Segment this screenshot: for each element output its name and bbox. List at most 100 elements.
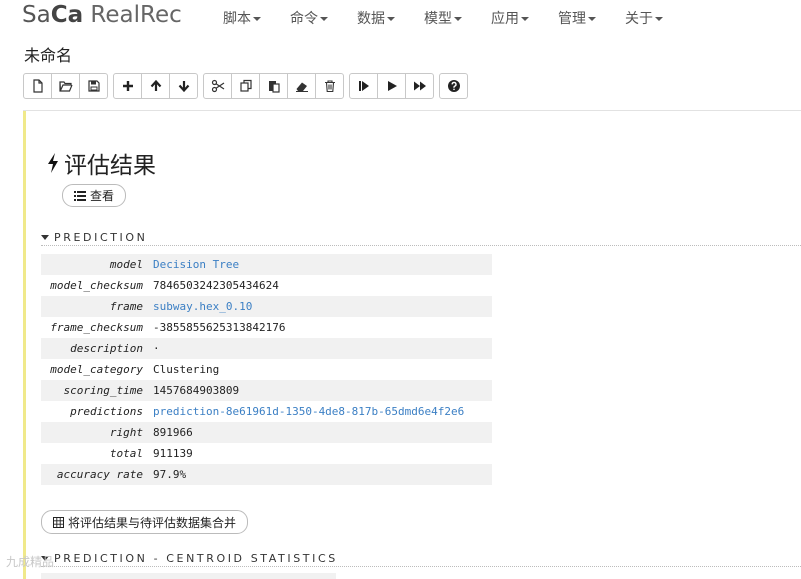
menu-label: 命令 — [290, 11, 318, 27]
menu-model[interactable]: 模型 — [424, 8, 462, 28]
menu-label: 管理 — [558, 11, 586, 27]
row-value-link[interactable]: subway.hex_0.10 — [148, 296, 492, 317]
section-centroid-statistics[interactable]: PREDICTION - CENTROID STATISTICS — [41, 552, 801, 567]
row-value: 911139 — [153, 447, 193, 460]
table-row: scoring_time 1457684903809 — [41, 380, 492, 401]
menu-script[interactable]: 脚本 — [223, 8, 261, 28]
menu-label: 关于 — [625, 11, 653, 27]
bolt-icon — [48, 153, 58, 173]
section-prediction[interactable]: PREDICTION — [41, 231, 801, 246]
table-row: model_checksum 7846503242305434624 — [41, 275, 492, 296]
menu-label: 数据 — [357, 11, 385, 27]
cell-group — [113, 73, 198, 99]
section-title: PREDICTION - CENTROID STATISTICS — [54, 552, 338, 565]
table-row: predictions prediction-8e61961d-1350-4de8… — [41, 401, 492, 422]
new-file-icon — [32, 79, 43, 93]
list-icon — [74, 190, 86, 201]
table-row — [41, 573, 336, 579]
edit-group — [203, 73, 344, 99]
brand-part: Ca — [50, 2, 84, 28]
row-value-link[interactable]: Decision Tree — [148, 254, 492, 275]
row-key: predictions — [70, 405, 143, 418]
output-cell[interactable]: 评估结果 查看 PREDICTION model Decision Tree mod… — [23, 111, 801, 579]
copy-icon — [239, 79, 252, 92]
clear-button[interactable] — [287, 73, 316, 99]
file-group — [23, 73, 108, 99]
fast-forward-icon — [413, 81, 426, 91]
table-row: frame_checksum -3855855625313842176 — [41, 317, 492, 338]
menu-command[interactable]: 命令 — [290, 8, 328, 28]
menu-apps[interactable]: 应用 — [491, 8, 529, 28]
table-icon — [53, 516, 64, 528]
run-button[interactable] — [377, 73, 406, 99]
row-key: right — [41, 422, 148, 443]
brand-part: Sa — [22, 2, 51, 28]
open-button[interactable] — [51, 73, 80, 99]
caret-down-icon — [253, 17, 261, 21]
move-up-button[interactable] — [141, 73, 170, 99]
row-value: 7846503242305434624 — [153, 279, 279, 292]
table-row: description · — [41, 338, 492, 359]
table-row: right 891966 — [41, 422, 492, 443]
prediction-table: model Decision Tree model_checksum 78465032… — [41, 254, 492, 485]
caret-down-icon — [41, 234, 49, 240]
merge-button-label: 将评估结果与待评估数据集合并 — [68, 515, 237, 530]
insert-cell-button[interactable] — [113, 73, 142, 99]
step-icon — [358, 81, 369, 91]
row-key: total — [109, 447, 143, 460]
paste-button[interactable] — [259, 73, 288, 99]
row-key: model_checksum — [50, 279, 143, 292]
step-button[interactable] — [349, 73, 378, 99]
menu-admin[interactable]: 管理 — [558, 8, 596, 28]
section-title: PREDICTION — [54, 231, 148, 244]
caret-down-icon — [454, 17, 462, 21]
output-title-text: 评估结果 — [64, 153, 156, 179]
row-value: Clustering — [153, 363, 220, 376]
row-value: 891966 — [148, 422, 492, 443]
output-title: 评估结果 — [46, 146, 156, 180]
run-all-button[interactable] — [405, 73, 434, 99]
caret-down-icon — [655, 17, 663, 21]
row-key: frame_checksum — [50, 321, 143, 334]
row-key: model — [41, 254, 148, 275]
new-file-button[interactable] — [23, 73, 52, 99]
row-key: scoring_time — [41, 380, 148, 401]
save-button[interactable] — [79, 73, 108, 99]
move-down-button[interactable] — [169, 73, 198, 99]
brand-logo[interactable]: SaCa RealRec — [22, 2, 182, 28]
play-icon — [387, 81, 397, 91]
cut-button[interactable] — [203, 73, 232, 99]
table-row: model_category Clustering — [41, 359, 492, 380]
row-key: accuracy rate — [41, 464, 148, 485]
brand-part: RealRec — [83, 2, 182, 28]
table-row: model Decision Tree — [41, 254, 492, 275]
arrow-up-icon — [150, 79, 161, 91]
scissors-icon — [211, 79, 224, 93]
notebook-toolbar — [23, 73, 473, 99]
row-key: description — [41, 338, 148, 359]
view-button[interactable]: 查看 — [62, 184, 127, 207]
table-row: frame subway.hex_0.10 — [41, 296, 492, 317]
open-folder-icon — [58, 81, 73, 92]
merge-button[interactable]: 将评估结果与待评估数据集合并 — [41, 510, 249, 534]
menu-about[interactable]: 关于 — [625, 8, 663, 28]
table-row: total 911139 — [41, 443, 492, 464]
row-value-link[interactable]: prediction-8e61961d-1350-4de8-817b-65dmd… — [148, 401, 492, 422]
eraser-icon — [295, 82, 308, 92]
notebook-title[interactable]: 未命名 — [24, 42, 72, 66]
caret-down-icon — [320, 17, 328, 21]
delete-button[interactable] — [315, 73, 344, 99]
row-value: 1457684903809 — [148, 380, 492, 401]
save-icon — [87, 80, 100, 92]
menu-data[interactable]: 数据 — [357, 8, 395, 28]
trash-icon — [324, 80, 335, 93]
row-key: frame — [41, 296, 148, 317]
help-button[interactable] — [439, 73, 468, 99]
arrow-down-icon — [178, 81, 189, 93]
menu-label: 应用 — [491, 11, 519, 27]
copy-button[interactable] — [231, 73, 260, 99]
caret-down-icon — [521, 17, 529, 21]
row-key: model_category — [50, 363, 143, 376]
row-value: 97.9% — [148, 464, 492, 485]
main-menu: 脚本 命令 数据 模型 应用 管理 关于 — [223, 8, 692, 28]
